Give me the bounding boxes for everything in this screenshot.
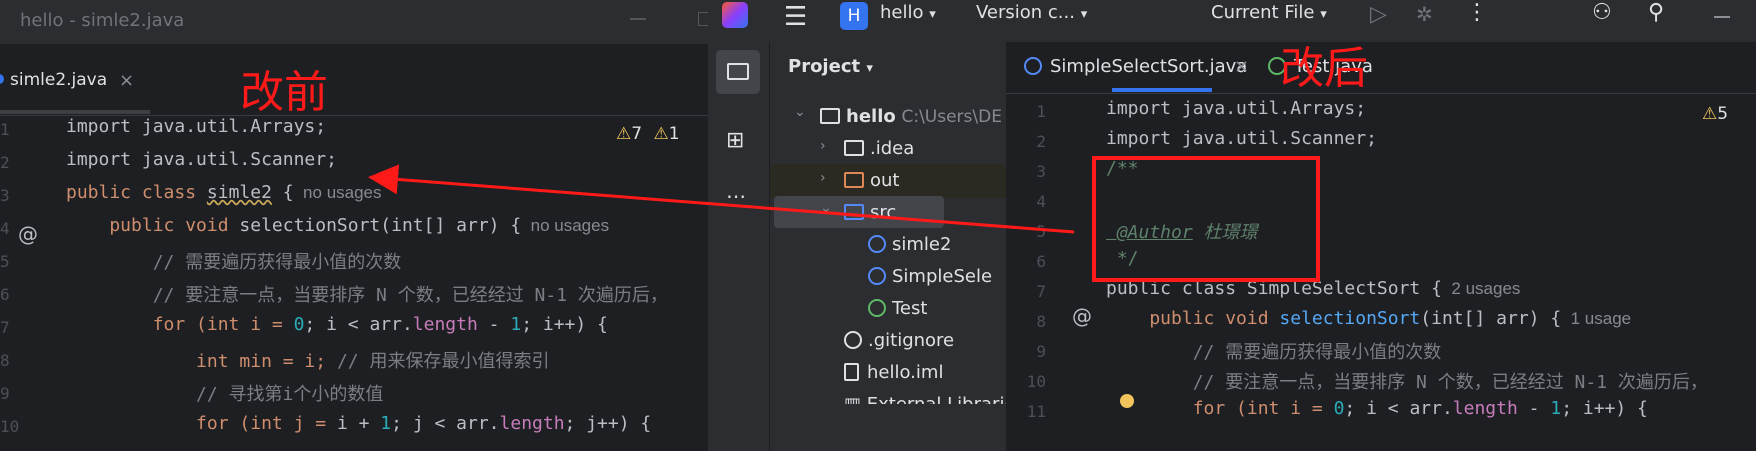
- annotation-arrow: [368, 164, 1075, 234]
